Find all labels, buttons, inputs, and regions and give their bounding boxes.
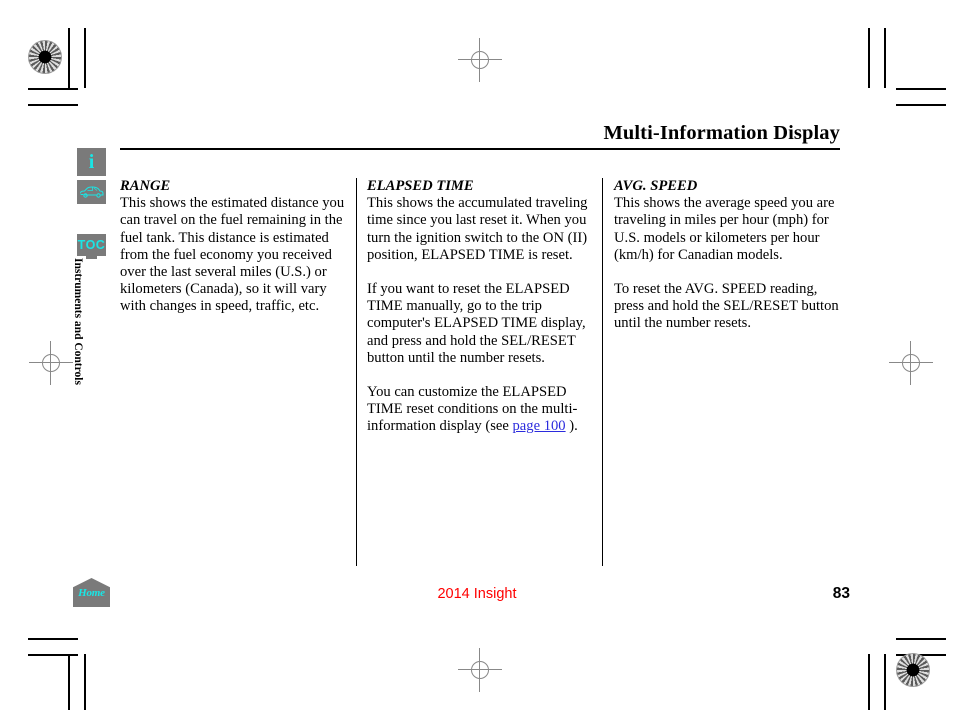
column-paragraph-with-link: You can customize the ELAPSED TIME reset… — [367, 384, 595, 436]
registration-target-bottom-right — [896, 653, 930, 687]
registration-target-top-left — [28, 40, 62, 74]
toc-icon[interactable]: TOC — [77, 234, 106, 256]
info-icon[interactable]: i — [77, 148, 106, 176]
section-label: Instruments and Controls — [72, 258, 84, 385]
toc-icon-stand — [86, 256, 97, 259]
column-paragraph: This shows the estimated distance you ca… — [120, 195, 345, 315]
registration-crosshair-right — [889, 341, 933, 385]
page-title: Multi-Information Display — [603, 122, 840, 144]
column-elapsed-time: ELAPSED TIME This shows the accumulated … — [367, 178, 595, 436]
column-heading-elapsed-time: ELAPSED TIME — [367, 178, 474, 194]
column-heading-range: RANGE — [120, 178, 171, 194]
column-paragraph: To reset the AVG. SPEED reading, press a… — [614, 281, 839, 332]
paragraph-text-after-link: ). — [565, 418, 578, 435]
column-range: RANGE This shows the estimated distance … — [120, 178, 346, 316]
car-icon[interactable] — [77, 180, 106, 204]
column-divider-1 — [356, 178, 357, 566]
model-name: 2014 Insight — [437, 586, 517, 602]
page-100-link[interactable]: page 100 — [513, 418, 566, 434]
registration-crosshair-left — [29, 341, 73, 385]
page-number: 83 — [832, 585, 850, 602]
column-heading-avg-speed: AVG. SPEED — [614, 178, 698, 194]
info-icon-glyph: i — [88, 150, 95, 173]
header-divider-rule — [120, 148, 840, 150]
registration-crosshair-top — [458, 38, 502, 82]
manual-page: Multi-Information Display i TOC Instrume… — [0, 0, 954, 710]
column-paragraph: This shows the average speed you are tra… — [614, 195, 835, 263]
column-avg-speed: AVG. SPEED This shows the average speed … — [614, 178, 846, 333]
column-paragraph: This shows the accumulated traveling tim… — [367, 195, 588, 263]
column-divider-2 — [602, 178, 603, 566]
column-paragraph: If you want to reset the ELAPSED TIME ma… — [367, 281, 586, 366]
toc-icon-label: TOC — [77, 238, 106, 252]
registration-crosshair-bottom — [458, 648, 502, 692]
